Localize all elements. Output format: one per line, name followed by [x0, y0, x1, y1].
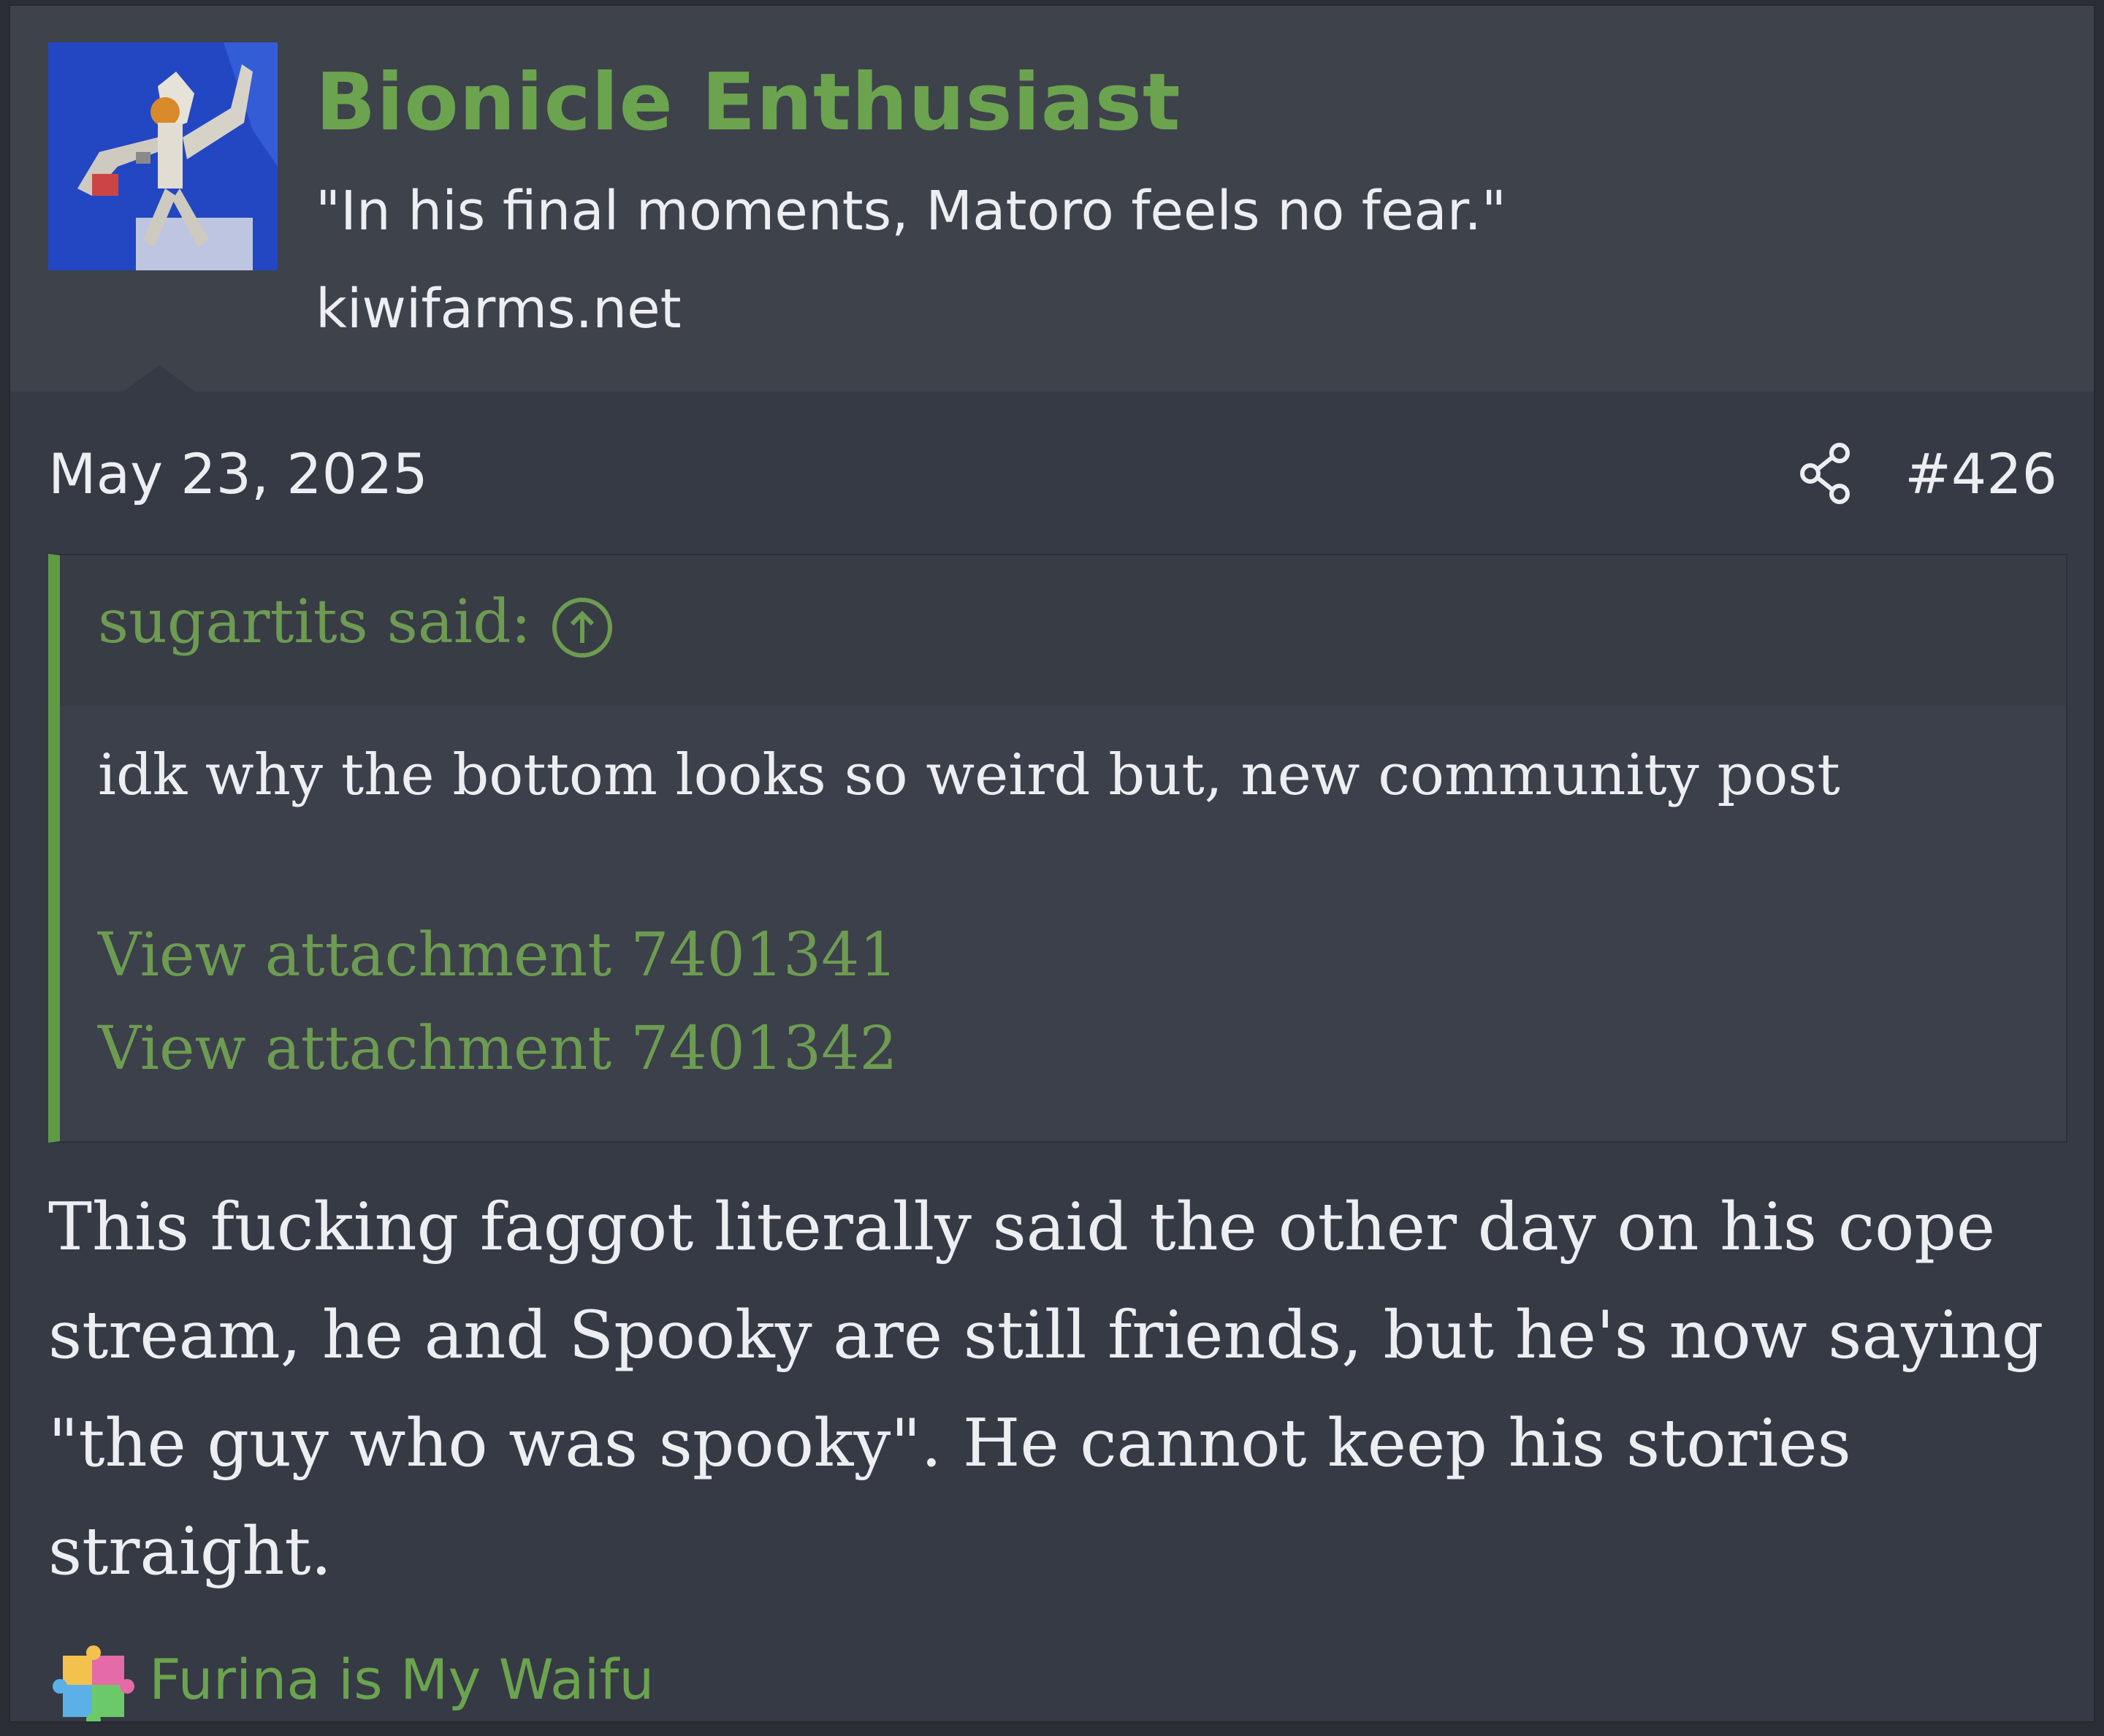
post-number[interactable]: #426 — [1905, 441, 2057, 506]
username[interactable]: Bionicle Enthusiast — [316, 57, 1181, 148]
attachment-link[interactable]: View attachment 7401341 — [98, 921, 898, 990]
share-icon[interactable] — [1797, 441, 1856, 506]
quote-text: idk why the bottom looks so weird but, n… — [98, 742, 1840, 808]
post-container: Bionicle Enthusiast "In his final moment… — [9, 4, 2095, 1723]
arrow-up-circle-icon[interactable] — [551, 596, 614, 659]
attachment-link[interactable]: View attachment 7401342 — [98, 1014, 898, 1084]
avatar-image — [48, 42, 278, 270]
quote-author[interactable]: sugartits said: — [98, 587, 531, 657]
quote-header: sugartits said: — [60, 555, 2066, 706]
post-body: This fucking faggot literally said the o… — [48, 1189, 2044, 1590]
user-site: kiwifarms.net — [316, 278, 682, 340]
puzzle-icon — [53, 1645, 134, 1721]
user-header: Bionicle Enthusiast "In his final moment… — [10, 6, 2094, 393]
post-date[interactable]: May 23, 2025 — [48, 441, 428, 506]
user-title: "In his final moments, Matoro feels no f… — [316, 180, 1506, 243]
signature-text: Furina is My Waifu — [149, 1647, 655, 1712]
quote-block: sugartits said: idk why the bottom looks… — [48, 554, 2067, 1143]
avatar[interactable] — [48, 42, 278, 270]
header-pointer — [121, 365, 197, 393]
